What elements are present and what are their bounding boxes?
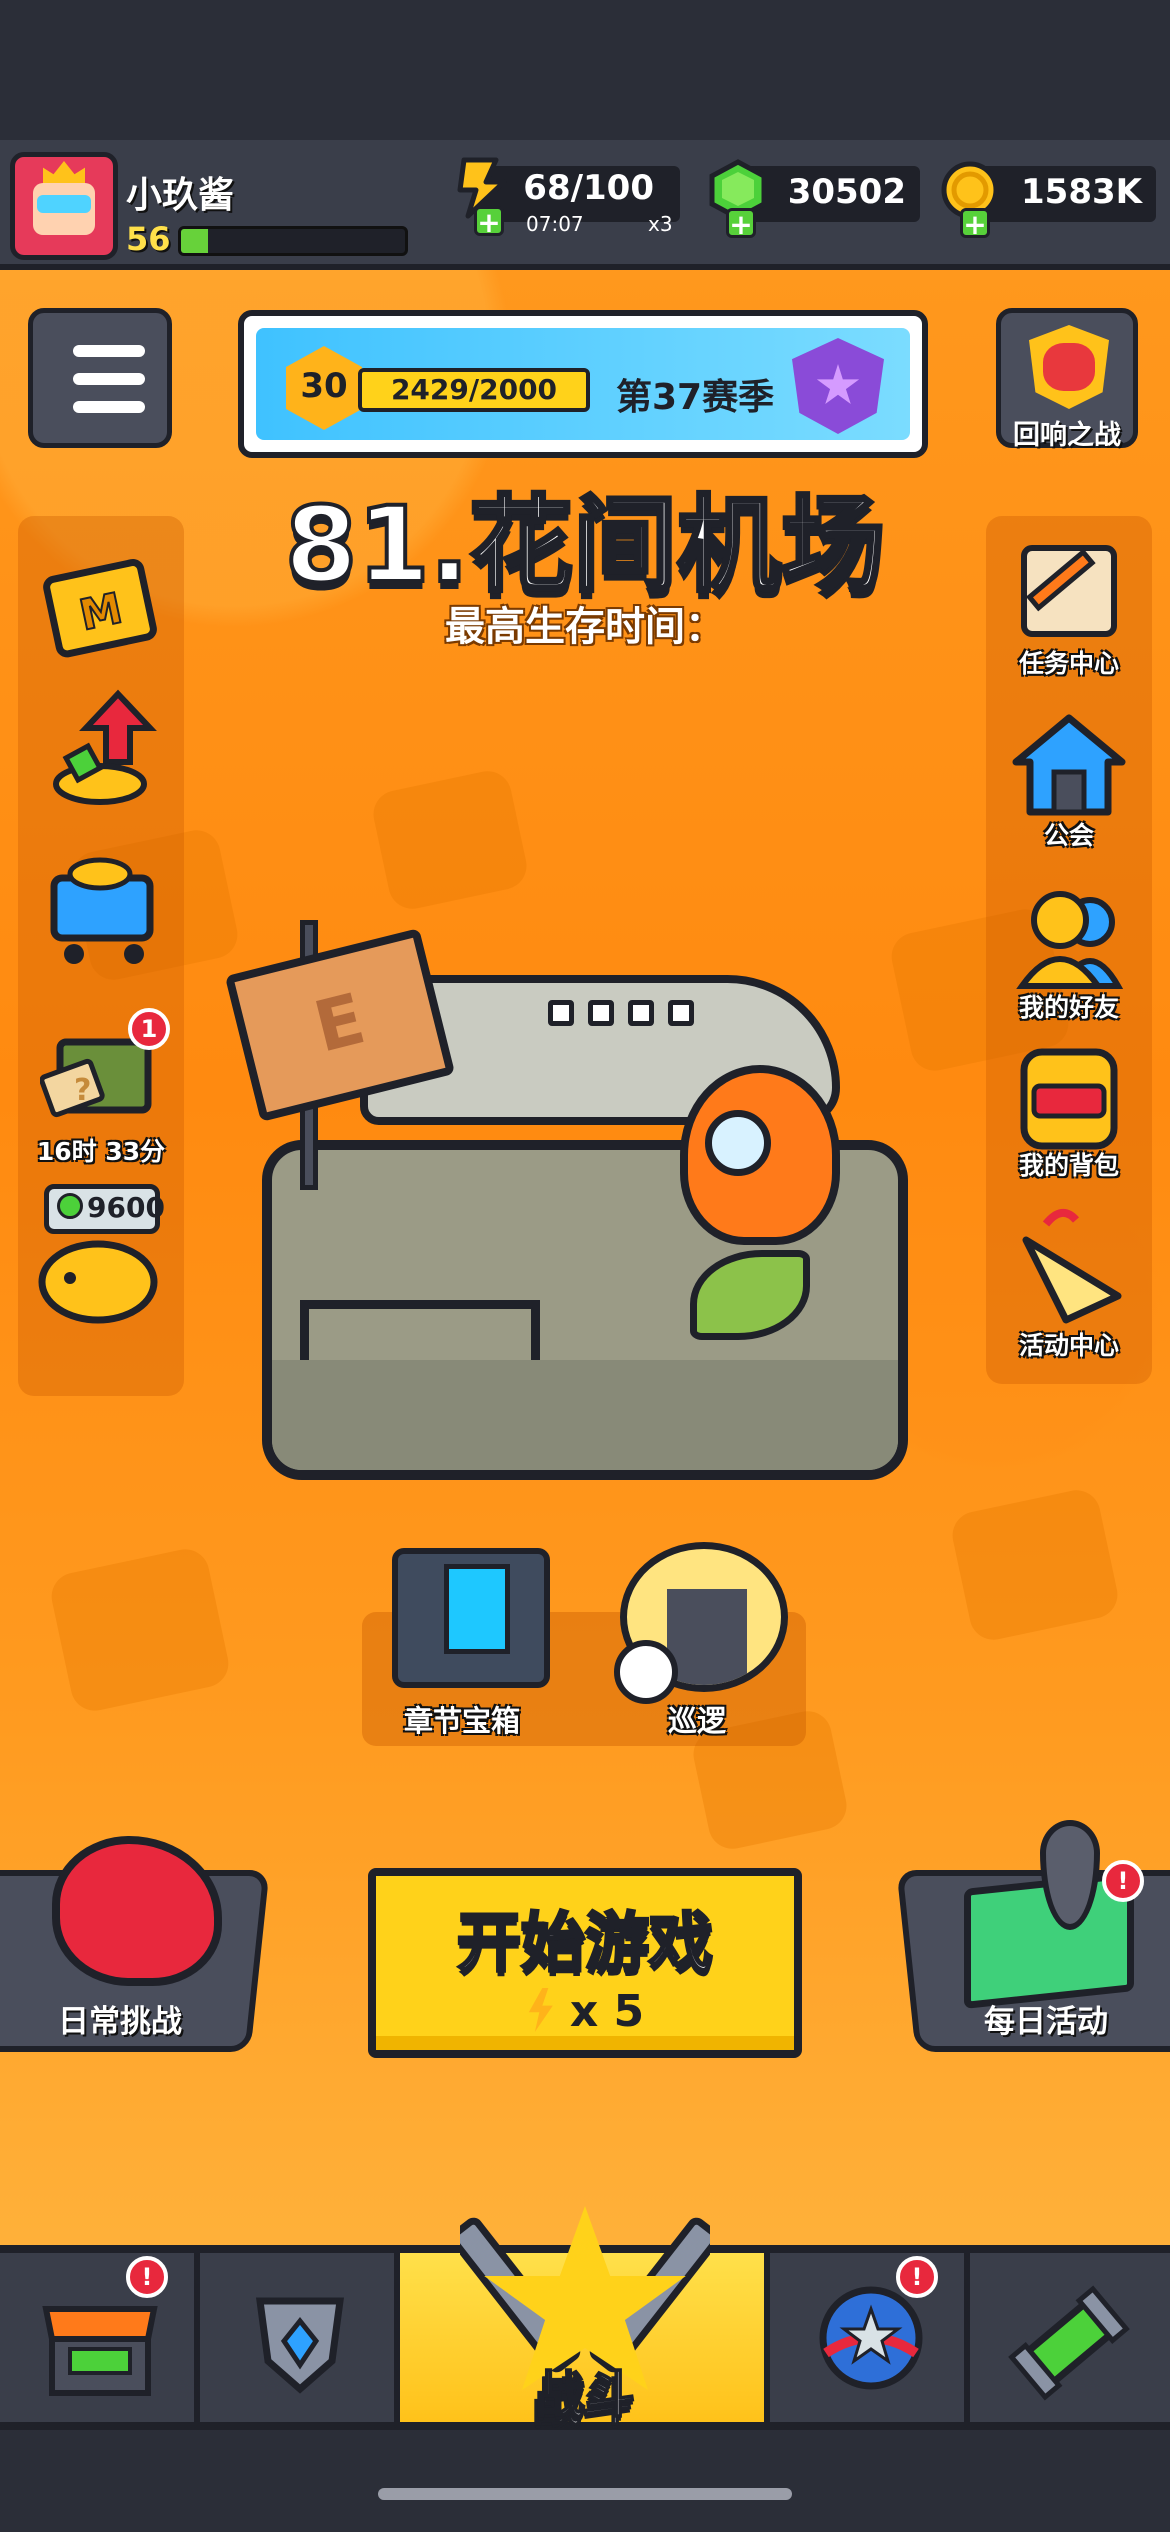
stage-preview-runway xyxy=(272,1360,898,1470)
friends-label: 我的好友 xyxy=(1018,993,1119,1022)
quest-center-button[interactable]: 任务中心 xyxy=(994,536,1144,686)
svg-text:?: ? xyxy=(74,1073,91,1108)
armor-badge-icon xyxy=(240,2281,360,2401)
quest-scroll-icon xyxy=(1004,536,1132,644)
chapter-chest-icon[interactable] xyxy=(392,1548,550,1688)
season-banner[interactable]: 30 2429/2000 第37赛季 xyxy=(238,310,928,458)
energy-timer: 07:07 xyxy=(526,212,584,236)
airplane-window xyxy=(588,1000,614,1026)
guild-button[interactable]: 公会 xyxy=(994,712,1144,852)
airplane-window xyxy=(668,1000,694,1026)
event-center-label: 活动中心 xyxy=(1018,1331,1119,1360)
tab-gene[interactable] xyxy=(970,2253,1170,2422)
gem-value: 30502 xyxy=(787,172,906,212)
shop-stall-icon xyxy=(40,2289,160,2399)
piggy-bank-value: 9600 xyxy=(87,1191,165,1224)
start-cost-value: x 5 xyxy=(569,1986,645,2037)
clock-icon xyxy=(614,1640,678,1704)
menu-button[interactable] xyxy=(28,308,172,448)
start-game-button[interactable]: 开始游戏 x 5 xyxy=(368,1868,802,2058)
home-indicator[interactable] xyxy=(378,2488,792,2500)
add-gems-button[interactable]: + xyxy=(726,208,756,239)
player-level: 56 xyxy=(126,220,171,258)
daily-activity-badge: ! xyxy=(1102,1860,1144,1902)
tab-talent[interactable] xyxy=(770,2253,970,2422)
player-name: 小玖酱 xyxy=(126,175,235,216)
energy-multiplier: x3 xyxy=(648,212,673,236)
friends-icon xyxy=(1010,886,1128,994)
party-horn-icon xyxy=(1006,1200,1132,1326)
patrol-label: 巡逻 xyxy=(668,1704,727,1738)
crate-notification-badge: 1 xyxy=(128,1008,170,1050)
growth-fund-icon[interactable] xyxy=(38,688,164,814)
m-card-icon[interactable]: M xyxy=(38,548,164,668)
backpack-label: 我的背包 xyxy=(1018,1151,1119,1180)
talent-notification-badge: ! xyxy=(896,2256,938,2298)
add-energy-button[interactable]: + xyxy=(474,206,504,237)
guild-house-icon xyxy=(1010,712,1128,820)
shop-notification-badge: ! xyxy=(126,2256,168,2298)
avatar[interactable] xyxy=(10,152,118,260)
xp-progress-bar xyxy=(178,226,408,256)
add-coins-button[interactable]: + xyxy=(960,208,990,239)
energy-value: 68/100 xyxy=(523,168,654,208)
crate-timer-label: 16时 33分 xyxy=(36,1137,166,1166)
season-name: 第37赛季 xyxy=(616,377,775,418)
demon-shield-icon xyxy=(1029,325,1109,409)
chapter-chest-label: 章节宝箱 xyxy=(404,1704,521,1738)
start-game-label: 开始游戏 xyxy=(456,1906,715,1983)
battle-tab-label: 战斗 xyxy=(534,2365,636,2425)
season-level: 30 xyxy=(300,366,348,406)
echo-battle-label: 回响之战 xyxy=(1013,420,1121,451)
flower-eye xyxy=(705,1110,771,1176)
energy-bolt-icon xyxy=(528,1988,553,2032)
backpack-icon xyxy=(1010,1042,1128,1152)
star-orb-icon xyxy=(816,2283,926,2393)
tab-shop[interactable] xyxy=(0,2253,200,2422)
tab-equipment[interactable] xyxy=(200,2253,400,2422)
season-progress-bar: 2429/2000 xyxy=(358,368,590,412)
device-status-strip xyxy=(0,0,1170,140)
shopping-cart-icon[interactable] xyxy=(34,838,168,972)
coin-value: 1583K xyxy=(1021,172,1142,212)
daily-challenge-label: 日常挑战 xyxy=(58,2004,182,2040)
piggy-bank-value-tag: 9600 xyxy=(44,1184,165,1234)
gem-icon xyxy=(57,1193,83,1219)
fence-barrier xyxy=(300,1300,540,1360)
season-progress: 2429/2000 xyxy=(390,373,558,406)
crown-icon xyxy=(43,161,85,183)
friends-button[interactable]: 我的好友 xyxy=(994,886,1144,1026)
dna-capsule-icon xyxy=(1004,2283,1134,2403)
quest-center-label: 任务中心 xyxy=(1018,649,1119,678)
event-center-button[interactable]: 活动中心 xyxy=(994,1200,1144,1360)
guild-label: 公会 xyxy=(1043,821,1094,850)
airplane-window xyxy=(628,1000,654,1026)
start-game-cost: x 5 xyxy=(376,1986,794,2037)
daily-activity-label: 每日活动 xyxy=(984,2004,1108,2040)
backpack-button[interactable]: 我的背包 xyxy=(994,1042,1144,1182)
airplane-window xyxy=(548,1000,574,1026)
echo-battle-button[interactable]: 回响之战 xyxy=(996,308,1138,451)
